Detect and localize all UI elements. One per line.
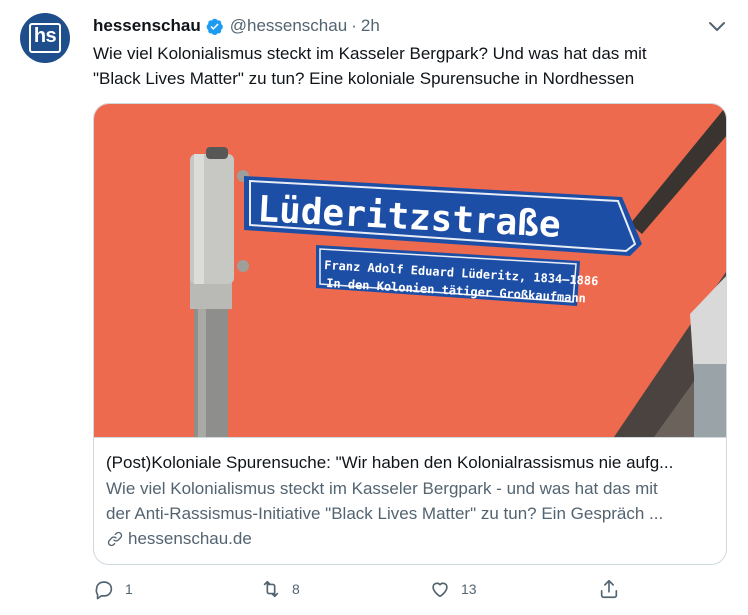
author-handle[interactable]: @hessenschau: [230, 16, 347, 36]
card-image[interactable]: Lüderitzstraße Franz Adolf Eduard Lüderi…: [94, 104, 727, 437]
share-icon: [600, 579, 618, 599]
chevron-down-icon[interactable]: [705, 14, 729, 38]
reply-icon: [95, 581, 113, 600]
link-card[interactable]: Lüderitzstraße Franz Adolf Eduard Lüderi…: [93, 103, 727, 565]
tweet-text-line: Wie viel Kolonialismus steckt im Kassele…: [93, 44, 647, 63]
retweet-button[interactable]: 8: [260, 578, 300, 600]
card-title: (Post)Koloniale Spurensuche: "Wir haben …: [106, 453, 674, 472]
share-button[interactable]: [598, 578, 630, 600]
like-button[interactable]: 13: [429, 578, 477, 600]
avatar-text: hs: [33, 25, 57, 47]
tweet-header: hessenschau @hessenschau · 2h: [93, 14, 380, 38]
separator: ·: [351, 16, 357, 35]
card-domain-text: hessenschau.de: [128, 529, 252, 548]
reply-button[interactable]: 1: [93, 578, 133, 600]
card-body[interactable]: (Post)Koloniale Spurensuche: "Wir haben …: [94, 437, 726, 564]
card-description-line: Wie viel Kolonialismus steckt im Kassele…: [106, 479, 658, 498]
like-icon: [432, 582, 448, 598]
link-icon: [107, 531, 123, 547]
tweet-time[interactable]: 2h: [361, 16, 380, 36]
avatar[interactable]: hs: [20, 13, 70, 63]
tweet-text-line: "Black Lives Matter" zu tun? Eine koloni…: [93, 69, 635, 88]
author-name[interactable]: hessenschau: [93, 16, 201, 36]
card-description-line: der Anti-Rassismus-Initiative "Black Liv…: [106, 504, 664, 523]
reply-count: 1: [125, 581, 133, 597]
tweet-text: Wie viel Kolonialismus steckt im Kassele…: [93, 41, 733, 91]
retweet-icon: [263, 580, 279, 598]
retweet-count: 8: [292, 581, 300, 597]
verified-icon: [206, 18, 223, 35]
tweet-actions: 1 8 13: [93, 578, 733, 606]
card-domain: hessenschau.de: [106, 529, 716, 549]
card-description: Wie viel Kolonialismus steckt im Kassele…: [106, 476, 714, 526]
like-count: 13: [461, 581, 477, 597]
